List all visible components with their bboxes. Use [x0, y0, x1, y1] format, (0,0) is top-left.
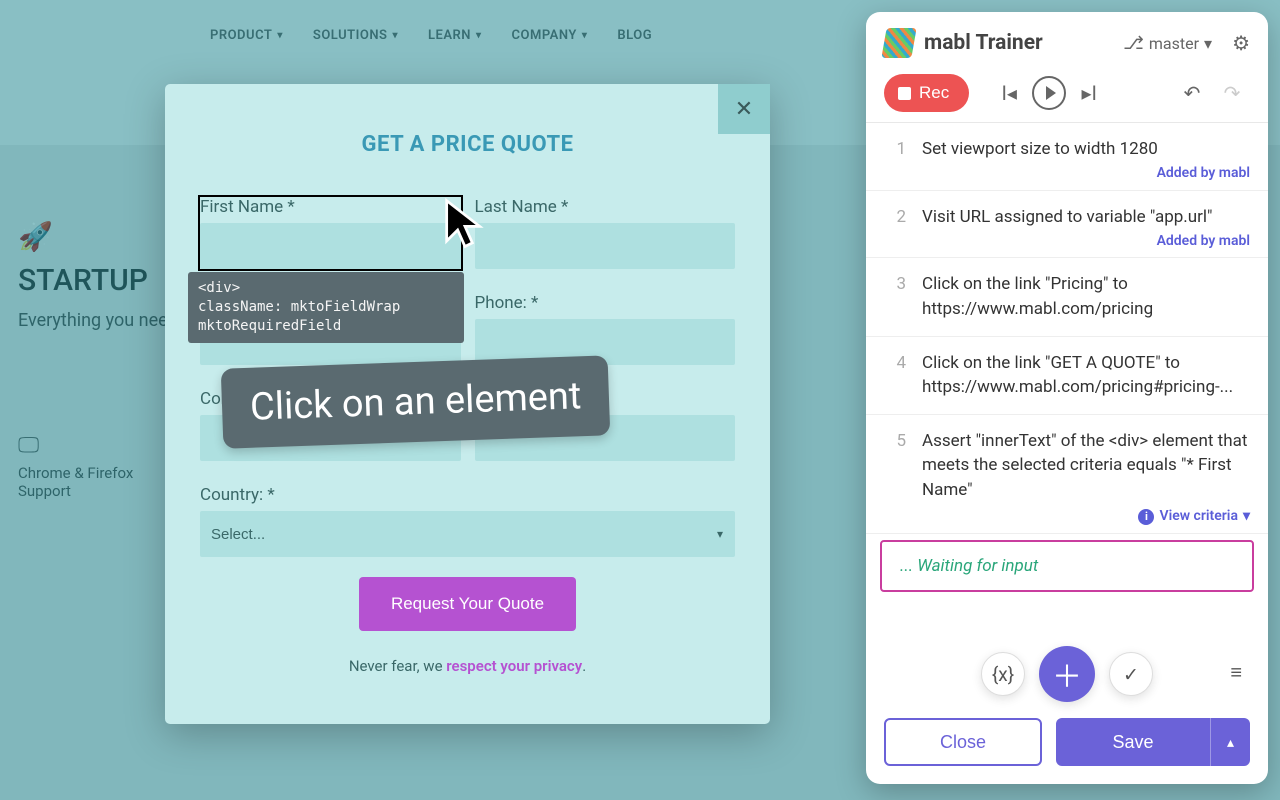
- first-name-field[interactable]: First Name *: [200, 197, 461, 269]
- save-button[interactable]: Save: [1056, 718, 1210, 766]
- country-label: Country: *: [200, 485, 735, 505]
- step-tag[interactable]: Added by mabl: [1157, 163, 1250, 183]
- step-item[interactable]: 4 Click on the link "GET A QUOTE" to htt…: [866, 337, 1268, 415]
- mabl-logo-icon: [884, 28, 914, 58]
- trainer-title: mabl Trainer: [924, 31, 1043, 55]
- trainer-panel: mabl Trainer ⎇ master ▾ ⚙ Rec I◂ ▸I ↶ ↷ …: [866, 12, 1268, 784]
- step-item[interactable]: 5 Assert "innerText" of the <div> elemen…: [866, 415, 1268, 534]
- first-name-label: First Name *: [200, 197, 461, 217]
- step-list: 1 Set viewport size to width 1280 Added …: [866, 122, 1268, 656]
- last-name-label: Last Name *: [475, 197, 736, 217]
- caret-down-icon: ▾: [1204, 34, 1212, 53]
- branch-icon: ⎇: [1123, 33, 1144, 54]
- stop-icon: [898, 87, 911, 100]
- play-button[interactable]: [1031, 75, 1067, 111]
- skip-back-icon[interactable]: I◂: [991, 75, 1027, 111]
- close-button[interactable]: Close: [884, 718, 1042, 766]
- undo-icon[interactable]: ↶: [1174, 75, 1210, 111]
- phone-field[interactable]: Phone: *: [475, 293, 736, 365]
- country-select[interactable]: Select...: [200, 511, 735, 557]
- step-item[interactable]: 2 Visit URL assigned to variable "app.ur…: [866, 191, 1268, 259]
- info-icon: i: [1138, 509, 1154, 525]
- variables-button[interactable]: {x}: [981, 652, 1025, 696]
- view-criteria-link[interactable]: iView criteria▾: [1138, 506, 1250, 526]
- waiting-input-row[interactable]: ... Waiting for input: [880, 540, 1254, 592]
- cursor-icon: [443, 197, 487, 256]
- assert-button[interactable]: ✓: [1109, 652, 1153, 696]
- save-dropdown-button[interactable]: ▴: [1210, 718, 1250, 766]
- request-quote-button[interactable]: Request Your Quote: [359, 577, 576, 631]
- hint-bubble: Click on an element: [221, 355, 611, 448]
- step-tag[interactable]: Added by mabl: [1157, 231, 1250, 251]
- caret-down-icon: ▾: [1243, 506, 1250, 526]
- step-item[interactable]: 1 Set viewport size to width 1280 Added …: [866, 123, 1268, 191]
- trainer-toolbar: Rec I◂ ▸I ↶ ↷: [866, 64, 1268, 122]
- country-field[interactable]: Country: * Select... ▾: [200, 485, 735, 557]
- branch-selector[interactable]: ⎇ master ▾: [1123, 33, 1212, 54]
- record-button[interactable]: Rec: [884, 74, 969, 112]
- skip-forward-icon[interactable]: ▸I: [1071, 75, 1107, 111]
- privacy-link[interactable]: respect your privacy: [446, 657, 582, 675]
- close-icon[interactable]: ✕: [718, 84, 770, 134]
- step-item[interactable]: 3 Click on the link "Pricing" to https:/…: [866, 258, 1268, 336]
- phone-label: Phone: *: [475, 293, 736, 313]
- redo-icon[interactable]: ↷: [1214, 75, 1250, 111]
- privacy-text: Never fear, we respect your privacy.: [200, 657, 735, 675]
- element-inspector-tooltip: <div> className: mktoFieldWrap mktoRequi…: [188, 272, 464, 343]
- gear-icon[interactable]: ⚙: [1232, 31, 1250, 55]
- add-step-button[interactable]: ＋: [1039, 646, 1095, 702]
- last-name-field[interactable]: Last Name *: [475, 197, 736, 269]
- first-name-input[interactable]: [200, 223, 461, 269]
- modal-title: GET A PRICE QUOTE: [165, 132, 770, 157]
- last-name-input[interactable]: [475, 223, 736, 269]
